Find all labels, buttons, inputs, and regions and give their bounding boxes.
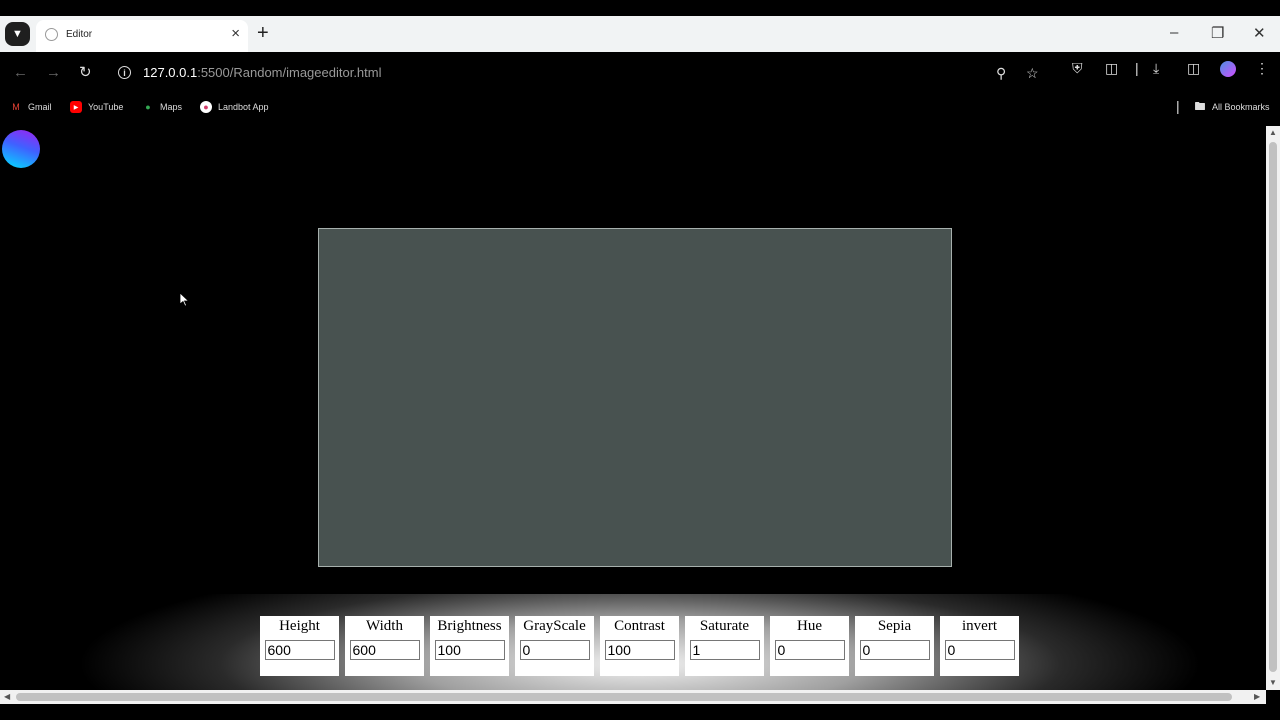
bookmark-gmail[interactable]: M Gmail: [10, 101, 52, 113]
brightness-input[interactable]: [434, 640, 505, 660]
control-grayscale: GrayScale: [515, 616, 594, 676]
bookmarks-divider: |: [1176, 98, 1180, 114]
control-width: Width: [345, 616, 424, 676]
invert-input[interactable]: [944, 640, 1015, 660]
chevron-down-icon: ▼: [12, 28, 23, 40]
minimize-icon[interactable]: –: [1170, 24, 1178, 41]
scroll-up-icon[interactable]: ▲: [1269, 128, 1277, 137]
bookmarks-bar: M Gmail ▶ YouTube ● Maps ● Landbot App | 🖿 Al…: [0, 95, 1280, 126]
folder-icon: 🖿: [1194, 100, 1206, 113]
control-label: Brightness: [437, 618, 502, 634]
browser-toolbar: ← → ↻ i 127.0.0.1:5500/Random/imageedito…: [0, 52, 1280, 95]
scroll-down-icon[interactable]: ▼: [1269, 678, 1277, 687]
control-label: GrayScale: [523, 618, 586, 634]
vertical-scrollbar[interactable]: ▲ ▼: [1266, 126, 1280, 690]
side-panel-icon[interactable]: ◫: [1187, 61, 1200, 75]
divider: |: [1135, 60, 1139, 76]
horizontal-scrollbar[interactable]: ◀ ▶: [0, 690, 1266, 704]
bookmark-landbot[interactable]: ● Landbot App: [200, 101, 269, 113]
bottom-letterbox: [0, 704, 1280, 720]
control-brightness: Brightness: [430, 616, 509, 676]
shield-icon[interactable]: ⛨: [1072, 61, 1083, 75]
filter-controls: Height Width Brightness GrayScale Contra…: [260, 616, 1019, 676]
control-contrast: Contrast: [600, 616, 679, 676]
scroll-left-icon[interactable]: ◀: [4, 692, 10, 701]
zoom-icon[interactable]: ⚲: [996, 65, 1006, 82]
bookmark-youtube[interactable]: ▶ YouTube: [70, 101, 123, 113]
hue-input[interactable]: [774, 640, 845, 660]
youtube-icon: ▶: [70, 101, 82, 113]
bookmark-star-icon[interactable]: ☆: [1026, 65, 1039, 82]
top-letterbox: [0, 0, 1280, 16]
maps-icon: ●: [145, 102, 151, 112]
all-bookmarks[interactable]: 🖿 All Bookmarks: [1194, 101, 1270, 113]
new-tab-icon[interactable]: +: [257, 23, 269, 43]
tab-editor[interactable]: Editor ×: [36, 20, 248, 52]
bookmark-label: Landbot App: [218, 102, 269, 112]
bookmark-label: Maps: [160, 102, 183, 112]
url-text[interactable]: 127.0.0.1:5500/Random/imageeditor.html: [143, 65, 382, 80]
control-label: Sepia: [877, 618, 912, 634]
back-icon[interactable]: ←: [13, 65, 28, 80]
control-height: Height: [260, 616, 339, 676]
control-label: Hue: [797, 618, 822, 634]
forward-icon[interactable]: →: [46, 65, 61, 80]
control-hue: Hue: [770, 616, 849, 676]
width-input[interactable]: [349, 640, 420, 660]
globe-icon: [45, 28, 58, 41]
control-label: Height: [279, 618, 320, 634]
bookmark-maps[interactable]: ● Maps: [142, 101, 182, 113]
image-canvas[interactable]: [318, 228, 952, 567]
gmail-icon: M: [12, 102, 20, 112]
tab-search-button[interactable]: ▼: [5, 22, 30, 46]
tab-bar: ▼ Editor × + – ❐ ✕: [0, 16, 1280, 52]
scroll-right-icon[interactable]: ▶: [1254, 692, 1260, 701]
vertical-scroll-thumb[interactable]: [1269, 142, 1277, 672]
page-viewport: Height Width Brightness GrayScale Contra…: [0, 126, 1266, 690]
landbot-icon: ●: [200, 101, 212, 113]
all-bookmarks-label: All Bookmarks: [1212, 102, 1270, 112]
saturate-input[interactable]: [689, 640, 760, 660]
control-label: Contrast: [614, 618, 665, 634]
address-bar[interactable]: i 127.0.0.1:5500/Random/imageeditor.html…: [108, 57, 1054, 89]
menu-icon[interactable]: ⋮: [1255, 61, 1269, 75]
sepia-input[interactable]: [859, 640, 930, 660]
horizontal-scroll-thumb[interactable]: [16, 693, 1232, 701]
control-saturate: Saturate: [685, 616, 764, 676]
grayscale-input[interactable]: [519, 640, 590, 660]
url-host: 127.0.0.1: [143, 65, 198, 80]
bookmark-label: YouTube: [88, 102, 124, 112]
control-label: Width: [366, 618, 403, 634]
download-icon[interactable]: ⤓: [1153, 61, 1159, 75]
close-icon[interactable]: ×: [231, 26, 240, 41]
extensions-icon[interactable]: ◫: [1105, 61, 1118, 75]
gradient-orb: [2, 130, 40, 168]
reload-icon[interactable]: ↻: [79, 65, 92, 80]
tab-title: Editor: [66, 29, 93, 40]
bookmark-label: Gmail: [28, 102, 52, 112]
contrast-input[interactable]: [604, 640, 675, 660]
control-label: Saturate: [699, 618, 750, 634]
restore-icon[interactable]: ❐: [1211, 24, 1224, 42]
control-invert: invert: [940, 616, 1019, 676]
control-sepia: Sepia: [855, 616, 934, 676]
height-input[interactable]: [264, 640, 335, 660]
url-path: :5500/Random/imageeditor.html: [197, 65, 382, 80]
window-close-icon[interactable]: ✕: [1253, 24, 1266, 42]
profile-avatar[interactable]: [1220, 61, 1236, 77]
control-label: invert: [962, 618, 997, 634]
site-info-icon[interactable]: i: [118, 66, 131, 79]
